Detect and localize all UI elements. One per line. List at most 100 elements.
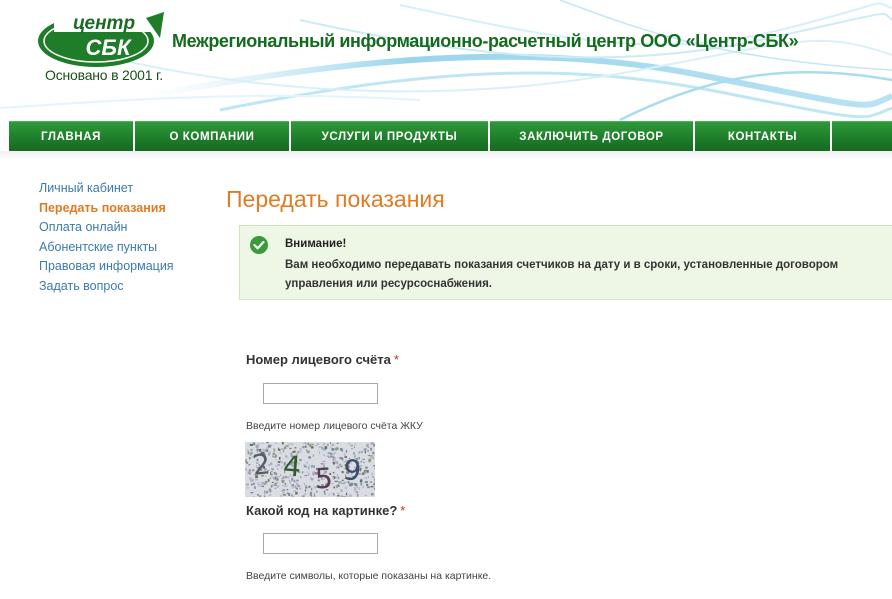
captcha-noise-dot (306, 471, 309, 473)
captcha-noise-dot (302, 471, 304, 474)
captcha-noise-dot (281, 442, 284, 445)
captcha-character: 4 (282, 449, 302, 483)
captcha-noise-dot (345, 495, 348, 497)
captcha-noise-dot (327, 443, 329, 447)
captcha-noise-dot (307, 474, 309, 476)
sidebar-item-online-payment[interactable]: Оплата онлайн (39, 218, 174, 238)
captcha-noise-dot (305, 485, 308, 488)
captcha-noise-dot (286, 489, 289, 491)
nav-item-services[interactable]: УСЛУГИ И ПРОДУКТЫ (291, 121, 488, 151)
captcha-noise-dot (297, 485, 300, 487)
captcha-noise-dot (257, 484, 261, 487)
captcha-noise-dot (282, 492, 285, 495)
captcha-noise-dot (324, 446, 328, 449)
nav-item-about[interactable]: О КОМПАНИИ (135, 121, 289, 151)
captcha-noise-dot (373, 480, 375, 483)
account-number-input[interactable] (263, 383, 378, 404)
captcha-noise-dot (246, 483, 249, 485)
captcha-noise-dot (310, 446, 314, 449)
captcha-noise-dot (318, 450, 320, 452)
account-number-hint: Введите номер лицевого счёта ЖКУ (246, 420, 423, 432)
nav-item-more[interactable] (832, 121, 892, 151)
captcha-noise-dot (364, 451, 367, 454)
captcha-noise-dot (366, 484, 369, 487)
captcha-noise-dot (309, 443, 312, 446)
captcha-noise-dot (373, 483, 375, 486)
captcha-character: 2 (251, 447, 272, 482)
notice-text: Вам необходимо передавать показания счет… (285, 259, 839, 290)
captcha-noise-dot (301, 495, 305, 497)
captcha-noise-dot (279, 452, 282, 454)
sidebar-item-subscriber-points[interactable]: Абонентские пункты (39, 238, 174, 258)
captcha-noise-dot (261, 442, 264, 444)
nav-item-home[interactable]: ГЛАВНАЯ (9, 121, 133, 151)
captcha-noise-dot (249, 477, 252, 480)
captcha-noise-dot (303, 482, 306, 486)
captcha-noise-dot (304, 475, 308, 477)
captcha-noise-dot (358, 451, 360, 454)
captcha-noise-dot (310, 478, 314, 481)
captcha-noise-dot (372, 451, 375, 455)
captcha-noise-dot (307, 450, 310, 454)
captcha-noise-dot (360, 482, 363, 486)
captcha-noise-dot (319, 452, 321, 454)
sidebar-item-legal-info[interactable]: Правовая информация (39, 257, 174, 277)
captcha-noise-dot (265, 480, 268, 484)
captcha-noise-dot (286, 445, 289, 447)
captcha-noise-dot (266, 491, 268, 494)
captcha-noise-dot (331, 453, 335, 456)
captcha-noise-dot (308, 464, 311, 468)
captcha-noise-dot (245, 468, 248, 471)
sidebar-item-submit-readings[interactable]: Передать показания (39, 199, 174, 219)
captcha-noise-dot (362, 458, 365, 460)
captcha-noise-dot (337, 494, 340, 497)
captcha-noise-dot (364, 477, 368, 479)
captcha-noise-dot (367, 446, 370, 449)
captcha-noise-dot (274, 472, 278, 475)
captcha-noise-dot (273, 448, 276, 452)
captcha-noise-dot (302, 442, 304, 445)
captcha-noise-dot (275, 476, 278, 479)
captcha-noise-dot (287, 492, 289, 495)
captcha-noise-dot (307, 442, 309, 446)
captcha-noise-dot (290, 443, 294, 446)
captcha-noise-dot (331, 448, 335, 451)
captcha-noise-dot (258, 495, 262, 497)
captcha-noise-dot (260, 482, 264, 485)
captcha-noise-dot (330, 446, 332, 449)
captcha-noise-dot (279, 456, 281, 460)
captcha-noise-dot (318, 446, 322, 448)
captcha-noise-dot (271, 476, 273, 478)
captcha-noise-dot (368, 460, 371, 463)
captcha-noise-dot (284, 483, 286, 485)
captcha-noise-dot (364, 494, 368, 497)
captcha-noise-dot (275, 442, 278, 444)
site-header: центр СБК Основано в 2001 г. Межрегионал… (0, 0, 892, 121)
captcha-noise-dot (304, 489, 307, 492)
captcha-noise-dot (337, 476, 340, 480)
captcha-noise-dot (346, 492, 348, 496)
captcha-noise-dot (267, 489, 270, 493)
captcha-input[interactable] (263, 533, 378, 554)
check-circle-icon (250, 236, 268, 254)
captcha-noise-dot (355, 490, 359, 494)
captcha-noise-dot (314, 495, 316, 497)
nav-item-contract[interactable]: ЗАКЛЮЧИТЬ ДОГОВОР (490, 121, 693, 151)
captcha-noise-dot (308, 456, 311, 459)
captcha-label-text: Какой код на картинке? (246, 503, 398, 518)
captcha-noise-dot (308, 467, 310, 470)
captcha-noise-dot (306, 462, 308, 464)
captcha-noise-dot (353, 446, 355, 449)
nav-item-contacts[interactable]: КОНТАКТЫ (695, 121, 830, 151)
captcha-noise-dot (274, 487, 277, 489)
captcha-noise-dot (257, 482, 260, 485)
sidebar-item-ask-question[interactable]: Задать вопрос (39, 277, 174, 297)
captcha-noise-dot (363, 449, 366, 452)
captcha-noise-dot (335, 447, 339, 450)
captcha-noise-dot (311, 465, 314, 468)
captcha-noise-dot (276, 481, 279, 484)
captcha-noise-dot (291, 486, 295, 489)
captcha-noise-dot (354, 443, 356, 446)
sidebar-item-personal-account[interactable]: Личный кабинет (39, 179, 174, 199)
captcha-noise-dot (370, 447, 373, 451)
